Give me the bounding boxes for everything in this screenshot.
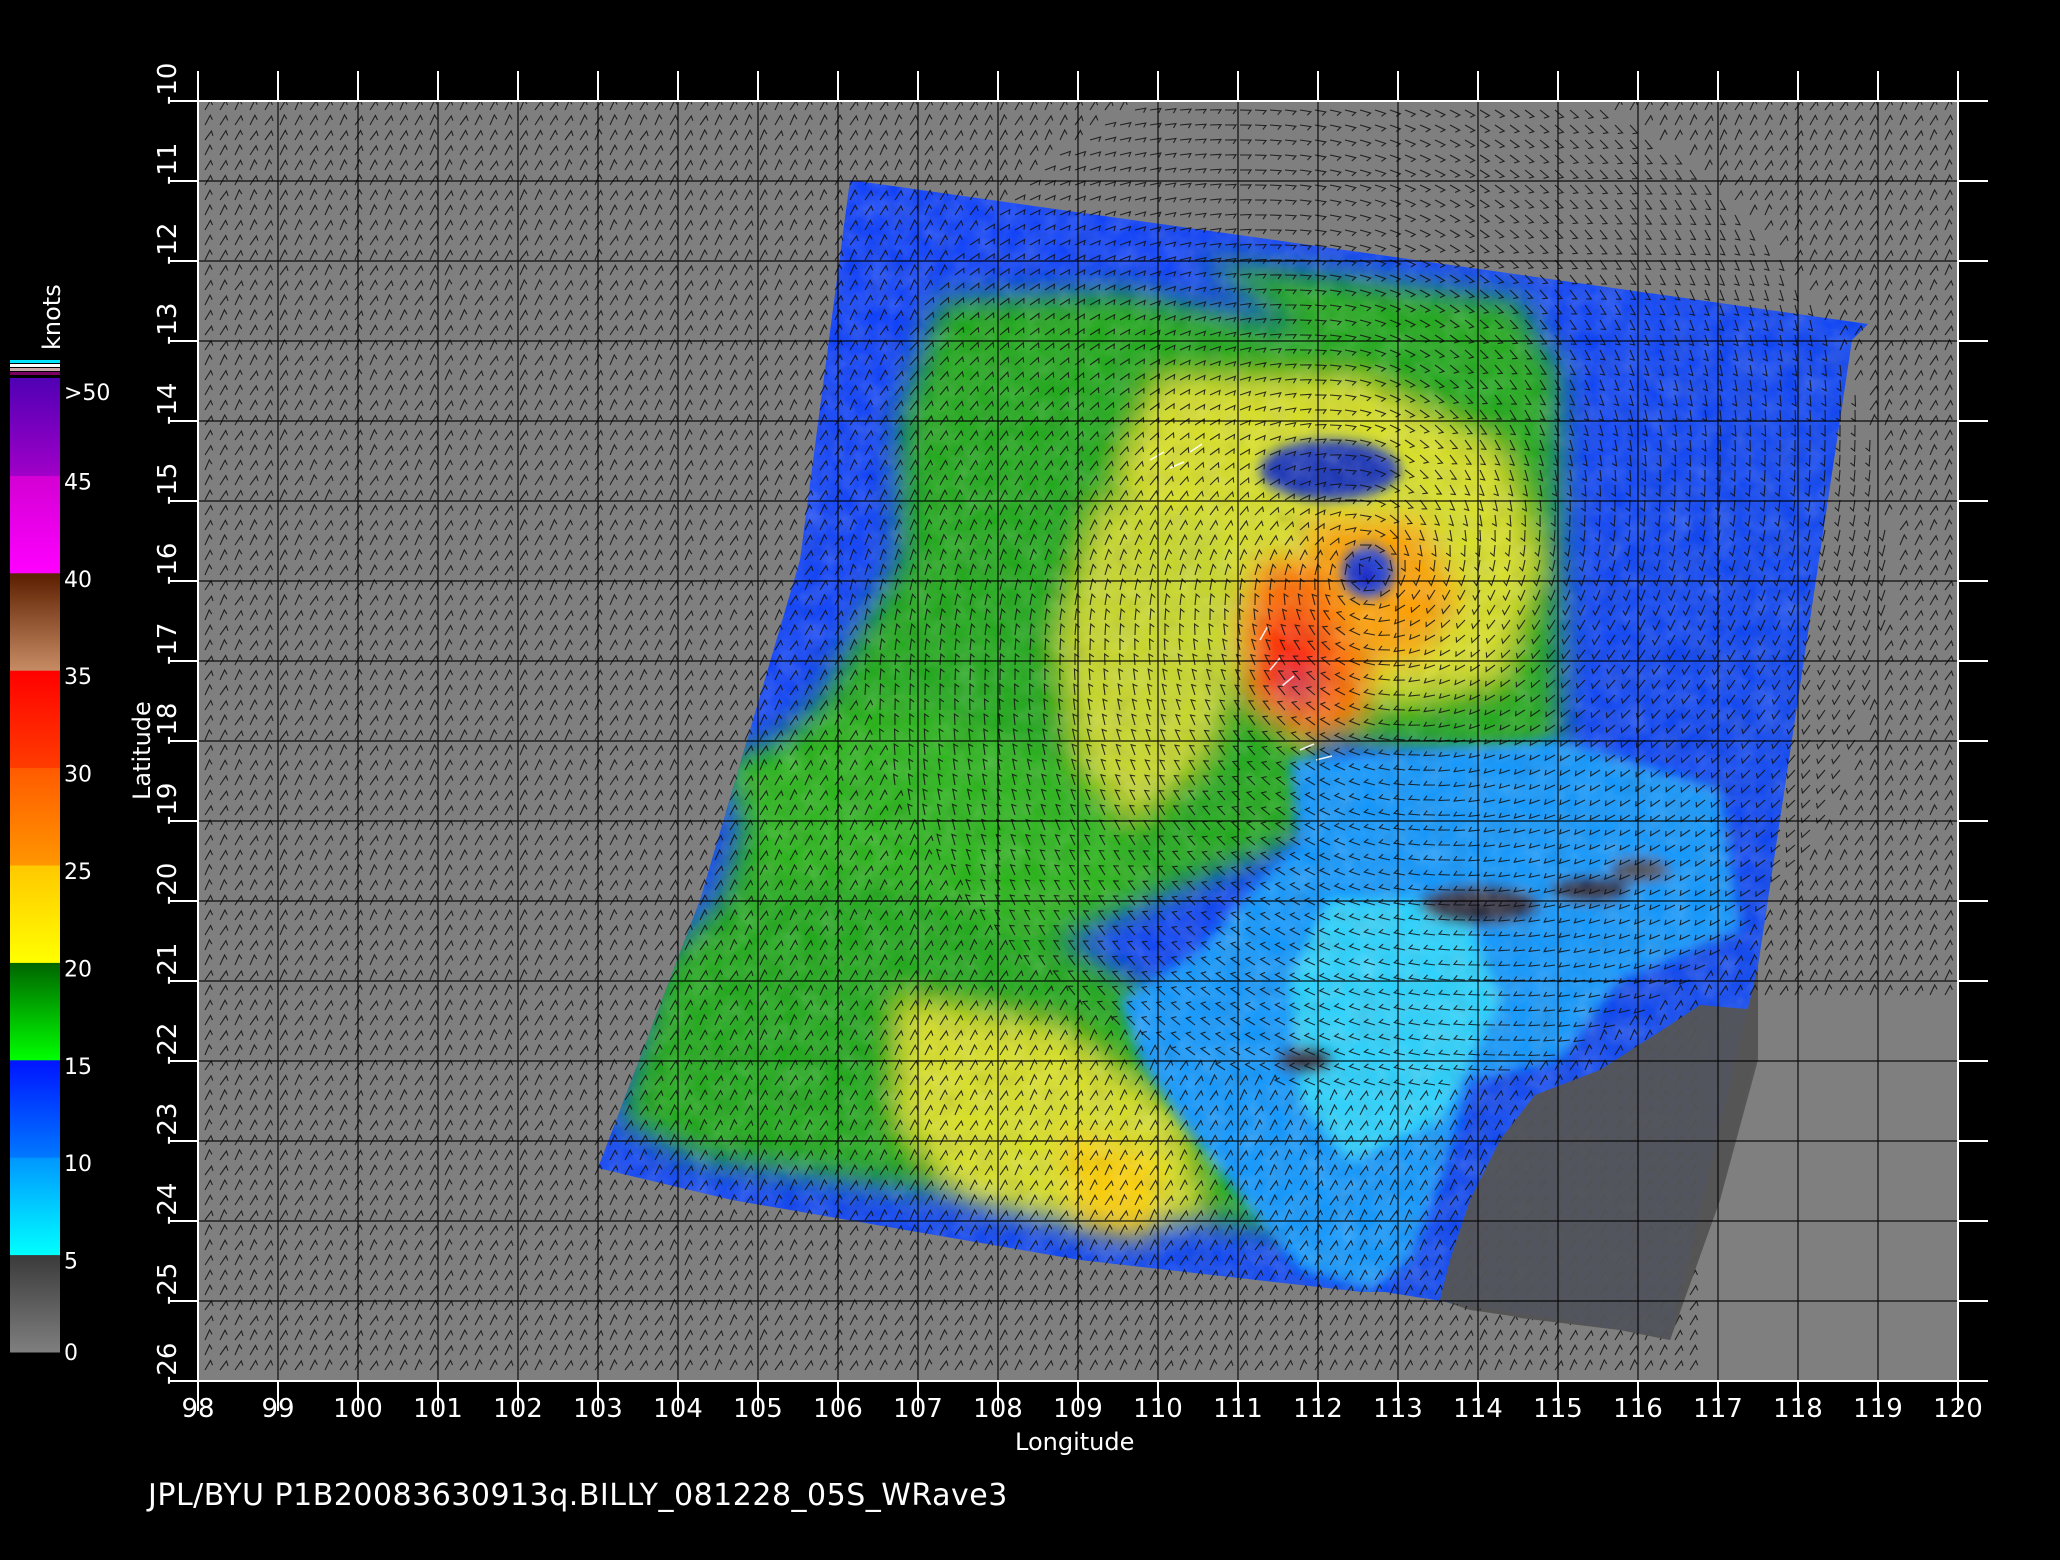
lon-tick-label: 112 [1293, 1394, 1343, 1424]
lat-tick-label: -18 [153, 703, 183, 745]
lon-tick-label: 107 [893, 1394, 943, 1424]
colorbar-tick-label: 35 [64, 665, 92, 690]
lat-tick-label: -10 [153, 63, 183, 105]
lon-tick-label: 118 [1773, 1394, 1823, 1424]
product-caption: JPL/BYU P1B20083630913q.BILLY_081228_05S… [148, 1478, 1008, 1513]
lat-tick-label: -13 [153, 303, 183, 345]
colorbar-tick-label: 10 [64, 1152, 92, 1177]
colorbar-segment [10, 572, 60, 671]
colorbar-tick-label: 45 [64, 470, 92, 495]
lon-tick-label: 98 [181, 1394, 214, 1424]
lon-tick-label: 113 [1373, 1394, 1423, 1424]
lat-tick-label: -25 [153, 1263, 183, 1305]
lat-tick-label: -17 [153, 623, 183, 665]
lat-tick-label: -16 [153, 543, 183, 585]
colorbar-top-marker-4 [10, 372, 60, 375]
lat-tick-label: -26 [153, 1343, 183, 1385]
lat-tick-label: -15 [153, 463, 183, 505]
colorbar-unit-label: knots [38, 284, 66, 350]
lat-tick-label: -11 [153, 143, 183, 185]
colorbar-tick-label: 30 [64, 763, 92, 788]
colorbar-segment [10, 962, 60, 1061]
lat-tick-label: -14 [153, 383, 183, 425]
lon-tick-label: 102 [493, 1394, 543, 1424]
lat-tick-label: -21 [153, 943, 183, 985]
lon-tick-label: 114 [1453, 1394, 1503, 1424]
colorbar-tick-label: 40 [64, 568, 92, 593]
lon-tick-label: 99 [261, 1394, 294, 1424]
colorbar-segment [10, 670, 60, 769]
lon-tick-label: 115 [1533, 1394, 1583, 1424]
lon-tick-label: 109 [1053, 1394, 1103, 1424]
lon-tick-label: 110 [1133, 1394, 1183, 1424]
colorbar-top-marker-1 [10, 360, 60, 363]
colorbar-tick-label: 5 [64, 1250, 78, 1275]
colorbar-tick-label: 20 [64, 957, 92, 982]
colorbar-segment [10, 767, 60, 866]
lon-tick-label: 106 [813, 1394, 863, 1424]
lat-tick-label: -20 [153, 863, 183, 905]
colorbar-top-marker-3 [10, 368, 60, 371]
colorbar-segment [10, 865, 60, 963]
lon-tick-label: 104 [653, 1394, 703, 1424]
lon-tick-label: 108 [973, 1394, 1023, 1424]
colorbar-top-marker-2 [10, 364, 60, 367]
y-axis-label: Latitude [128, 701, 156, 800]
lon-tick-label: 100 [333, 1394, 383, 1424]
wind-map-figure: 98 99 100 101 102 103 104 105 106 107 108 109 110 111… [10, 63, 1988, 1456]
colorbar-segment [10, 1059, 60, 1158]
lat-tick-label: -19 [153, 783, 183, 825]
lon-tick-label: 111 [1213, 1394, 1263, 1424]
lat-tick-label: -23 [153, 1103, 183, 1145]
lat-tick-label: -22 [153, 1023, 183, 1065]
colorbar-tick-label: >50 [64, 381, 110, 406]
colorbar-tick-label: 0 [64, 1341, 78, 1366]
lon-tick-label: 119 [1853, 1394, 1903, 1424]
colorbar-tick-label: 15 [64, 1055, 92, 1080]
colorbar-segment [10, 475, 60, 574]
colorbar-tick-label: 25 [64, 860, 92, 885]
lon-tick-label: 117 [1693, 1394, 1743, 1424]
lon-tick-label: 105 [733, 1394, 783, 1424]
colorbar-segment [10, 1254, 60, 1353]
lon-tick-label: 103 [573, 1394, 623, 1424]
lon-tick-label: 101 [413, 1394, 463, 1424]
wind-speed-colorbar: knots >50 45 40 35 30 25 20 15 10 5 0 [10, 284, 110, 1366]
lon-tick-label: 120 [1933, 1394, 1983, 1424]
colorbar-segment [10, 1157, 60, 1256]
lat-tick-label: -12 [153, 223, 183, 265]
colorbar-segment [10, 378, 60, 476]
x-axis-label: Longitude [1015, 1428, 1134, 1456]
lon-tick-label: 116 [1613, 1394, 1663, 1424]
lat-tick-label: -24 [153, 1183, 183, 1225]
